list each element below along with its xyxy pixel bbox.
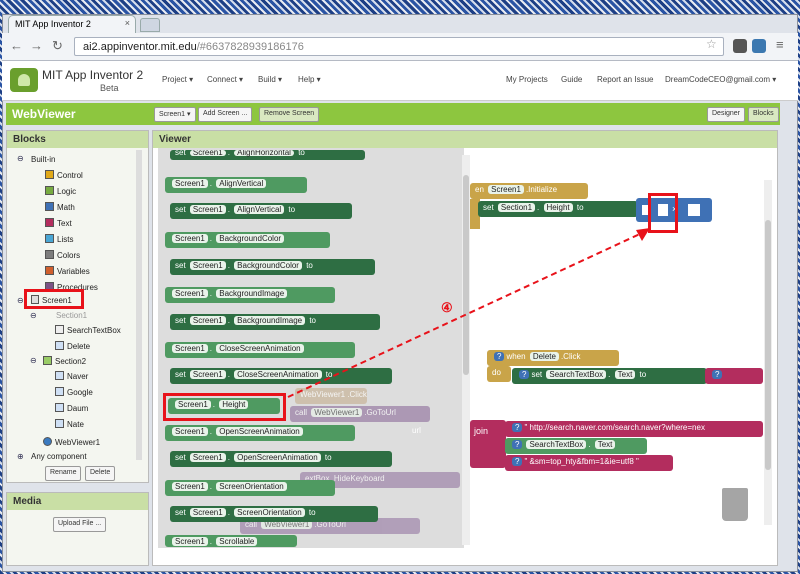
- join-label: join: [474, 426, 489, 436]
- empty-text-block[interactable]: ?: [705, 368, 763, 384]
- set-searchtextbox-text-block[interactable]: ? set SearchTextBox. Text to: [512, 368, 707, 384]
- url-text-block[interactable]: ? " http://search.naver.com/search.naver?…: [505, 421, 763, 437]
- url-suffix-text-block[interactable]: ? " &sm=top_hty&fbm=1&ie=utf8 ": [505, 455, 673, 471]
- drag-arrow: [287, 228, 650, 398]
- help-icon[interactable]: ?: [712, 370, 723, 379]
- do-label: do: [487, 366, 511, 382]
- delete-click-event[interactable]: ? when Delete .Click: [487, 350, 619, 366]
- trash-can-icon[interactable]: [722, 488, 748, 521]
- help-icon[interactable]: ?: [512, 440, 523, 449]
- help-icon[interactable]: ?: [494, 352, 505, 361]
- help-icon[interactable]: ?: [512, 457, 523, 466]
- help-icon[interactable]: ?: [512, 423, 523, 432]
- get-searchtextbox-text-block[interactable]: ? SearchTextBox. Text: [505, 438, 647, 454]
- help-icon[interactable]: ?: [519, 370, 530, 379]
